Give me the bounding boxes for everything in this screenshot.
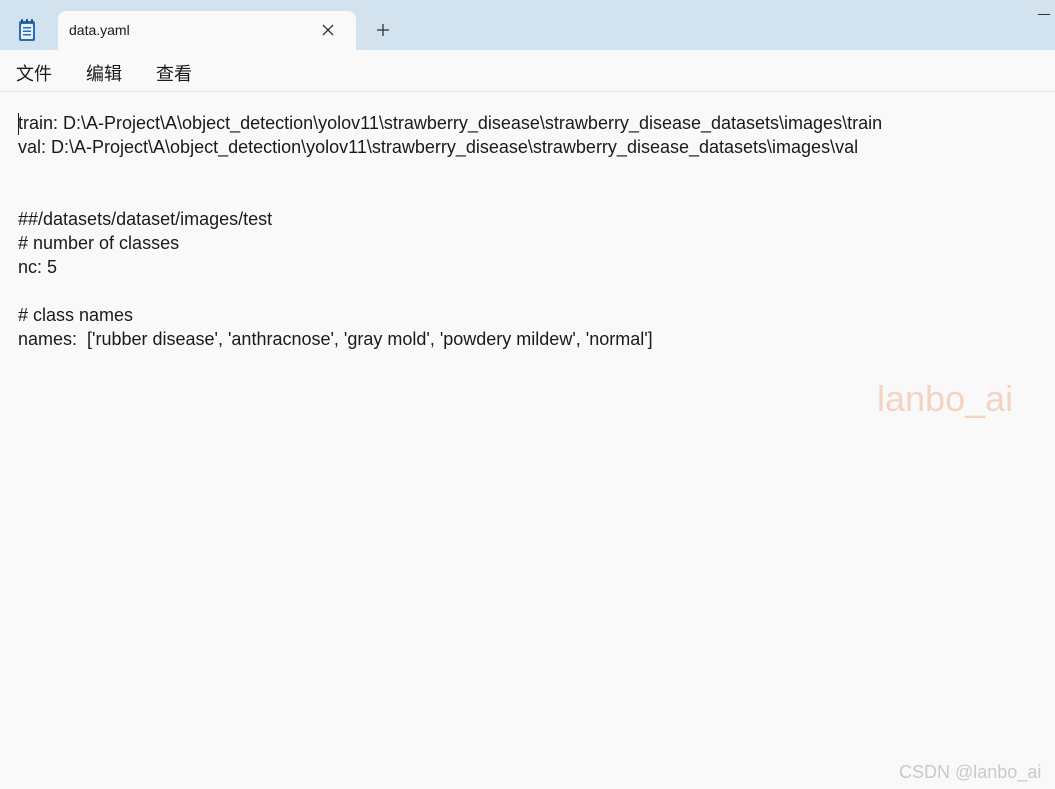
editor-line[interactable]: # number of classes xyxy=(18,231,179,255)
menu-view[interactable]: 查看 xyxy=(156,60,192,86)
notepad-window: data.yaml 文件 编辑 查看 train: D:\A-Project\A… xyxy=(0,0,1055,789)
minimize-icon[interactable] xyxy=(1038,14,1052,16)
tab-data-yaml[interactable]: data.yaml xyxy=(58,11,356,50)
tab-title: data.yaml xyxy=(69,22,130,38)
title-bar: data.yaml xyxy=(0,0,1055,50)
watermark-footer: CSDN @lanbo_ai xyxy=(899,762,1042,782)
plus-icon[interactable] xyxy=(374,21,392,39)
editor-line[interactable]: names: ['rubber disease', 'anthracnose',… xyxy=(18,327,653,351)
editor-line[interactable]: # class names xyxy=(18,303,133,327)
editor-line[interactable]: nc: 5 xyxy=(18,255,57,279)
editor-line[interactable]: ##/datasets/dataset/images/test xyxy=(18,207,272,231)
text-editor[interactable] xyxy=(0,93,1055,789)
notepad-icon xyxy=(17,18,37,42)
close-icon[interactable] xyxy=(319,21,337,39)
text-caret xyxy=(18,113,19,135)
watermark-overlay: lanbo_ai xyxy=(877,378,1014,419)
menu-bar: 文件 编辑 查看 xyxy=(0,50,1055,92)
menu-edit[interactable]: 编辑 xyxy=(86,60,122,86)
editor-line[interactable]: val: D:\A-Project\A\object_detection\yol… xyxy=(18,135,858,159)
menu-file[interactable]: 文件 xyxy=(16,60,52,86)
editor-line[interactable]: train: D:\A-Project\A\object_detection\y… xyxy=(18,111,882,135)
